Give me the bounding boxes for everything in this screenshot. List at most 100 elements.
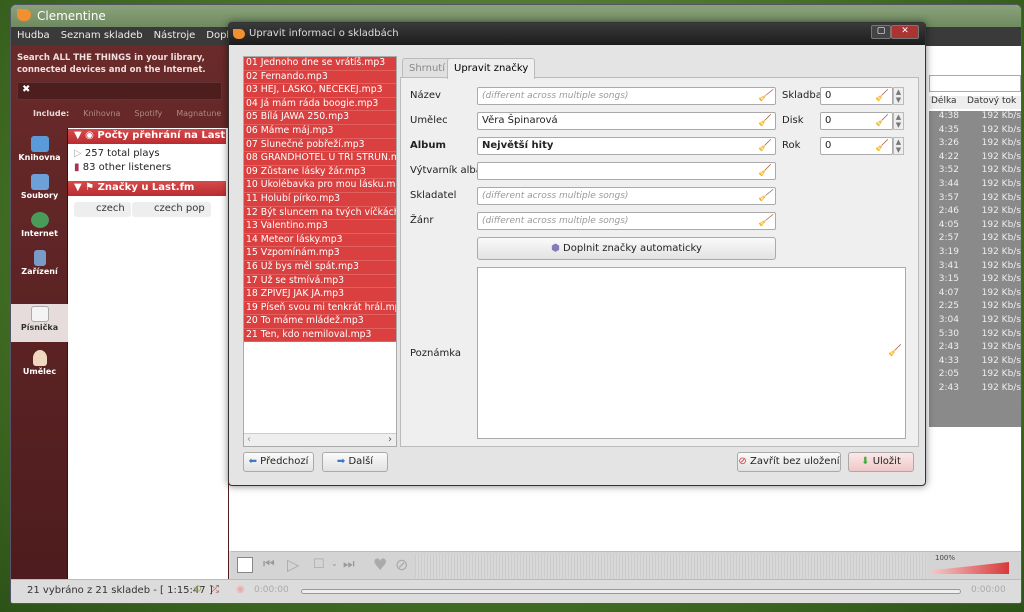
sidebar-item-internet[interactable]: Internet <box>11 210 68 248</box>
playlist-row[interactable]: 4:22 192 Kb/s <box>929 152 1021 166</box>
numeric-input[interactable]: 0 🧹 <box>820 112 893 130</box>
notes-textarea[interactable]: 🧹 <box>477 267 906 439</box>
sidebar-item-knihovna[interactable]: Knihovna <box>11 134 68 172</box>
reset-field-icon[interactable]: 🧹 <box>758 139 772 152</box>
playlist-row[interactable]: 2:05 192 Kb/s <box>929 369 1021 383</box>
playlist-row[interactable]: 3:15 192 Kb/s <box>929 274 1021 288</box>
file-list-item[interactable]: 15 Vzpomínám.mp3 <box>244 247 396 261</box>
maximize-button[interactable]: ▢ <box>871 25 891 39</box>
include-spotify[interactable]: Spotify <box>134 109 162 118</box>
reset-field-icon[interactable]: 🧹 <box>875 89 889 102</box>
menu-hudba[interactable]: Hudba <box>17 30 50 46</box>
playlist-row[interactable]: 5:30 192 Kb/s <box>929 329 1021 343</box>
file-list-item[interactable]: 05 Bílá JAWA 250.mp3 <box>244 111 396 125</box>
spin-buttons[interactable]: ▲ ▼ <box>893 87 904 105</box>
search-input[interactable]: ✖ <box>17 82 222 100</box>
spin-buttons[interactable]: ▲ ▼ <box>893 137 904 155</box>
next-button[interactable]: ➡ Další <box>322 452 388 472</box>
field-input[interactable]: Největší hity 🧹 <box>477 137 776 155</box>
reset-field-icon[interactable]: 🧹 <box>875 139 889 152</box>
field-input[interactable]: 🧹 <box>477 162 776 180</box>
ban-icon[interactable]: ⊘ <box>395 555 408 574</box>
playlist-row[interactable]: 2:46 192 Kb/s <box>929 206 1021 220</box>
playlist-row[interactable]: 3:57 192 Kb/s <box>929 193 1021 207</box>
reset-field-icon[interactable]: 🧹 <box>875 114 889 127</box>
horizontal-scrollbar[interactable]: ‹ › <box>244 433 396 446</box>
file-list-item[interactable]: 17 Už se stmívá.mp3 <box>244 274 396 289</box>
file-list-item[interactable]: 20 To máme mládež.mp3 <box>244 315 396 329</box>
file-list-item[interactable]: 04 Já mám ráda boogie.mp3 <box>244 97 396 112</box>
menu-nastroje[interactable]: Nástroje <box>154 30 196 46</box>
repeat-icon[interactable]: ⟲ <box>193 584 201 595</box>
numeric-input[interactable]: 0 🧹 <box>820 87 893 105</box>
playlist-filter-input[interactable] <box>929 75 1021 92</box>
sidebar-item-zarizeni[interactable]: Zařízení <box>11 248 68 286</box>
file-list-item[interactable]: 03 HEJ, LÁSKO, NEČEKEJ.mp3 <box>244 84 396 98</box>
playlist-row[interactable]: 3:04 192 Kb/s <box>929 315 1021 329</box>
save-button[interactable]: ⬇ Uložit <box>848 452 914 472</box>
reset-field-icon[interactable]: 🧹 <box>758 189 772 202</box>
include-knihovna[interactable]: Knihovna <box>83 109 120 118</box>
playlist-row[interactable]: 3:26 192 Kb/s <box>929 138 1021 152</box>
playlist-row[interactable]: 4:07 192 Kb/s <box>929 288 1021 302</box>
column-length[interactable]: Délka <box>931 96 957 106</box>
numeric-input[interactable]: 0 🧹 <box>820 137 893 155</box>
tab-upravit-znacky[interactable]: Upravit značky <box>447 58 536 79</box>
spin-buttons[interactable]: ▲ ▼ <box>893 112 904 130</box>
tab-shrnuti[interactable]: Shrnutí <box>402 58 452 78</box>
reset-field-icon[interactable]: 🧹 <box>758 214 772 227</box>
tags-header[interactable]: ▼ ⚑ Značky u Last.fm <box>68 181 226 196</box>
clear-icon[interactable]: ✖ <box>22 84 30 95</box>
file-list-item[interactable]: 02 Fernando.mp3 <box>244 70 396 85</box>
file-list-item[interactable]: 12 Být sluncem na tvých víčkách.mp3 <box>244 206 396 221</box>
file-list-item[interactable]: 01 Jednoho dne se vrátíš.mp3 <box>244 57 396 71</box>
column-bitrate[interactable]: Datový tok <box>967 96 1016 106</box>
file-list-item[interactable]: 14 Meteor lásky.mp3 <box>244 233 396 248</box>
file-list-item[interactable]: 09 Zůstane lásky žár.mp3 <box>244 165 396 180</box>
file-list-item[interactable]: 10 Ukolébavka pro mou lásku.mp3 <box>244 179 396 193</box>
file-list-item[interactable]: 19 Píseň svou mi tenkrát hrál.mp3 <box>244 301 396 316</box>
scroll-right-icon[interactable]: › <box>388 434 392 445</box>
reset-notes-icon[interactable]: 🧹 <box>888 344 902 357</box>
file-list-item[interactable]: 08 GRANDHOTEL U TŘÍ STRUN.mp3 <box>244 152 396 166</box>
file-list-item[interactable]: 13 Valentino.mp3 <box>244 220 396 234</box>
close-without-saving-button[interactable]: ⊘ Zavřít bez uložení <box>737 452 841 472</box>
playlist-row[interactable]: 3:44 192 Kb/s <box>929 179 1021 193</box>
next-track-icon[interactable]: ⏭ <box>343 557 355 572</box>
playlist-row[interactable]: 3:19 192 Kb/s <box>929 247 1021 261</box>
playlist-row[interactable]: 3:41 192 Kb/s <box>929 261 1021 275</box>
previous-track-icon[interactable]: ⏮ <box>263 557 275 572</box>
reset-field-icon[interactable]: 🧹 <box>758 89 772 102</box>
file-list-item[interactable]: 21 Ten, kdo nemiloval.mp3 <box>244 328 396 343</box>
playlist-row[interactable]: 2:57 192 Kb/s <box>929 233 1021 247</box>
file-list-item[interactable]: 06 Máme máj.mp3 <box>244 124 396 139</box>
playlist-row[interactable]: 3:52 192 Kb/s <box>929 165 1021 179</box>
reset-field-icon[interactable]: 🧹 <box>758 114 772 127</box>
field-input[interactable]: (different across multiple songs) 🧹 <box>477 212 776 230</box>
tag-czech-pop[interactable]: czech pop <box>132 202 211 217</box>
stop-menu-icon[interactable]: ⌄ <box>331 559 338 568</box>
file-list-item[interactable]: 07 Slunečné pobřeží.mp3 <box>244 138 396 153</box>
play-icon[interactable]: ▷ <box>287 555 299 574</box>
now-playing-icon[interactable] <box>237 557 253 573</box>
scroll-left-icon[interactable]: ‹ <box>247 434 251 445</box>
lastfm-scrobble-icon[interactable]: ◉ <box>236 584 245 595</box>
love-icon[interactable]: ♥ <box>373 555 387 574</box>
playlist-row[interactable]: 2:43 192 Kb/s <box>929 342 1021 356</box>
playlist-row[interactable]: 4:33 192 Kb/s <box>929 356 1021 370</box>
plays-header[interactable]: ▼ ◉ Počty přehrání na Last.fm <box>68 129 244 144</box>
previous-button[interactable]: ⬅ Předchozí <box>243 452 314 472</box>
sidebar-item-umelec[interactable]: Umělec <box>11 348 68 386</box>
playlist-row[interactable]: 2:25 192 Kb/s <box>929 301 1021 315</box>
file-list-item[interactable]: 18 ZPÍVEJ JAK JÁ.mp3 <box>244 288 396 302</box>
reset-field-icon[interactable]: 🧹 <box>758 164 772 177</box>
seek-bar[interactable] <box>301 589 961 594</box>
include-magnatune[interactable]: Magnatune <box>176 109 221 118</box>
file-list-item[interactable]: 16 Už bys měl spát.mp3 <box>244 260 396 275</box>
playlist-row[interactable]: 4:35 192 Kb/s <box>929 125 1021 139</box>
close-button[interactable]: ✕ <box>891 25 919 39</box>
stop-icon[interactable]: ☐ <box>313 557 325 572</box>
sidebar-item-soubory[interactable]: Soubory <box>11 172 68 210</box>
playlist-row[interactable]: 4:38 192 Kb/s <box>929 111 1021 125</box>
field-input[interactable]: (different across multiple songs) 🧹 <box>477 87 776 105</box>
